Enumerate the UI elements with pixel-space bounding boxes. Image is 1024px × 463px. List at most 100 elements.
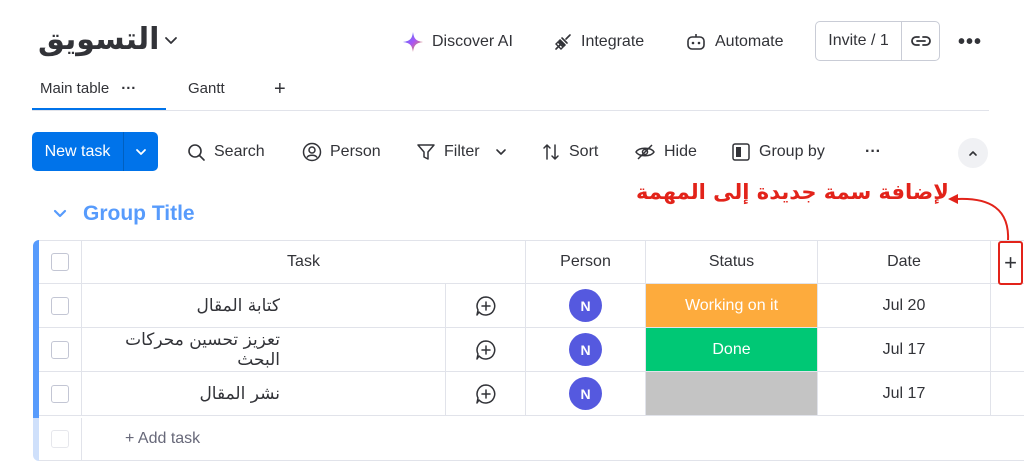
status-badge [646, 372, 817, 415]
link-icon [910, 36, 931, 46]
more-options-button[interactable]: ••• [958, 31, 982, 54]
select-all-checkbox[interactable] [51, 253, 69, 271]
person-cell[interactable]: N [526, 372, 646, 415]
header-select-all-cell [39, 241, 82, 283]
integrate-button[interactable]: Integrate [553, 30, 644, 54]
add-task-checkbox [51, 430, 69, 448]
task-cell[interactable]: كتابة المقال [82, 284, 446, 327]
person-label: Person [330, 143, 381, 160]
task-name: تعزيز تحسين محركات البحث [125, 329, 280, 370]
person-cell[interactable]: N [526, 284, 646, 327]
eye-off-icon [635, 144, 655, 160]
column-header-person[interactable]: Person [526, 241, 646, 283]
add-column-plus-icon: + [1004, 250, 1017, 275]
search-icon [188, 143, 205, 161]
board-title[interactable]: التسويق [38, 22, 159, 57]
new-task-split-button: New task [32, 132, 158, 171]
copy-link-button[interactable] [902, 22, 939, 60]
date-value: Jul 17 [882, 340, 926, 358]
hide-button[interactable]: Hide [634, 140, 697, 164]
date-cell[interactable]: Jul 20 [818, 284, 991, 327]
search-button[interactable]: Search [187, 140, 265, 164]
sort-button[interactable]: Sort [541, 140, 598, 164]
avatar: N [569, 289, 602, 322]
row-checkbox[interactable] [51, 384, 69, 403]
row-checkbox-cell [39, 372, 82, 415]
status-badge: Working on it [646, 284, 817, 327]
chevron-down-icon[interactable] [162, 31, 180, 49]
filter-button[interactable]: Filter [416, 140, 508, 164]
plug-icon [555, 34, 571, 50]
filter-icon [417, 144, 435, 160]
row-checkbox-cell [39, 328, 82, 371]
hide-label: Hide [664, 143, 697, 160]
filter-label: Filter [444, 143, 480, 160]
person-cell[interactable]: N [526, 328, 646, 371]
person-filter-button[interactable]: Person [302, 140, 381, 164]
discover-ai-label: Discover AI [432, 33, 513, 50]
row-checkbox[interactable] [51, 296, 69, 315]
add-task-row: + Add task [39, 418, 1024, 461]
new-task-dropdown[interactable] [124, 132, 158, 171]
row-checkbox-cell [39, 284, 82, 327]
add-update-cell[interactable] [446, 328, 526, 371]
tab-options-icon[interactable]: ··· [121, 80, 136, 97]
tab-gantt[interactable]: Gantt [188, 80, 225, 97]
collapse-toolbar-button[interactable] [958, 138, 988, 168]
automate-button[interactable]: Automate [685, 30, 783, 54]
add-view-button[interactable]: + [274, 78, 286, 101]
add-update-icon [475, 339, 495, 360]
integrate-label: Integrate [581, 33, 645, 50]
chevron-down-icon[interactable] [494, 145, 508, 159]
tab-main-table-label: Main table [40, 80, 110, 97]
chevron-up-icon [969, 151, 977, 156]
add-task-checkbox-cell [39, 418, 82, 460]
sparkle-icon [403, 32, 423, 52]
robot-icon [687, 34, 705, 50]
task-cell[interactable]: تعزيز تحسين محركات البحث [82, 328, 446, 371]
sort-label: Sort [569, 143, 599, 160]
add-task-button[interactable]: + Add task [125, 430, 200, 448]
group-by-icon [732, 143, 750, 161]
chevron-down-icon [136, 148, 146, 155]
add-update-cell[interactable] [446, 284, 526, 327]
group-collapse-chevron-icon[interactable] [52, 206, 68, 222]
row-checkbox[interactable] [51, 340, 69, 359]
toolbar-more-button[interactable]: ··· [865, 140, 881, 164]
tab-main-table[interactable]: Main table ··· [40, 80, 136, 97]
column-header-date[interactable]: Date [818, 241, 991, 283]
invite-group: Invite / 1 [815, 21, 940, 61]
annotation-text: لإضافة سمة جديدة إلى المهمة [636, 180, 949, 204]
task-name: نشر المقال [199, 383, 280, 404]
date-value: Jul 17 [882, 384, 926, 402]
search-label: Search [214, 143, 265, 160]
table-row: تعزيز تحسين محركات البحث N Done Jul 17 [39, 328, 1024, 372]
add-column-button[interactable]: + [998, 241, 1023, 285]
group-title[interactable]: Group Title [83, 202, 195, 226]
column-header-task[interactable]: Task [82, 241, 526, 283]
table-row: كتابة المقال N Working on it Jul 20 [39, 284, 1024, 328]
invite-button[interactable]: Invite / 1 [816, 22, 902, 60]
sort-icon [543, 144, 559, 160]
table-row: نشر المقال N Jul 17 [39, 372, 1024, 416]
add-update-icon [475, 295, 495, 316]
status-cell[interactable]: Working on it [646, 284, 818, 327]
table-header-row: Task Person Status Date [39, 240, 1024, 284]
task-name: كتابة المقال [196, 295, 280, 316]
column-header-status[interactable]: Status [646, 241, 818, 283]
status-cell[interactable] [646, 372, 818, 415]
status-cell[interactable]: Done [646, 328, 818, 371]
date-value: Jul 20 [882, 296, 926, 314]
add-update-icon [475, 383, 495, 404]
tabs-divider [32, 110, 989, 111]
date-cell[interactable]: Jul 17 [818, 328, 991, 371]
automate-label: Automate [715, 33, 784, 50]
discover-ai-button[interactable]: Discover AI [402, 30, 513, 54]
group-by-label: Group by [759, 143, 825, 160]
status-badge: Done [646, 328, 817, 371]
new-task-button[interactable]: New task [32, 132, 124, 171]
group-by-button[interactable]: Group by [731, 140, 825, 164]
date-cell[interactable]: Jul 17 [818, 372, 991, 415]
task-cell[interactable]: نشر المقال [82, 372, 446, 415]
add-update-cell[interactable] [446, 372, 526, 415]
